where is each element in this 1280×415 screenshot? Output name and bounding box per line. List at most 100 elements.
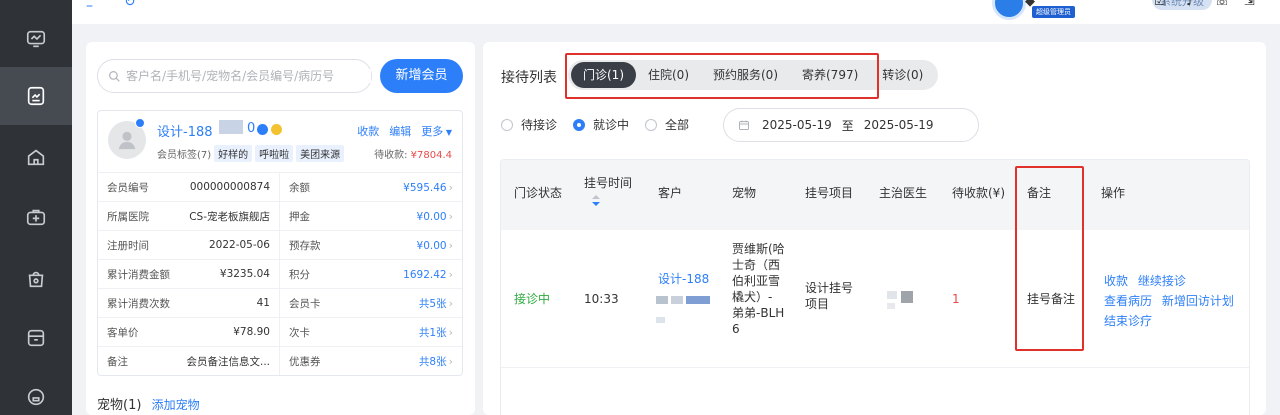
item-line: 项目 — [805, 297, 830, 311]
member-search[interactable] — [97, 59, 372, 93]
date-separator: 至 — [841, 118, 854, 133]
chevron-right-icon: › — [448, 267, 453, 281]
info-key: 所属医院 — [107, 210, 149, 223]
member-actions: 收款 编辑 更多 ▼ — [357, 123, 452, 139]
info-key: 备注 — [107, 355, 128, 368]
coin-icon — [271, 124, 282, 135]
more-label: 更多 — [421, 125, 444, 138]
due-value: ¥7804.4 — [410, 150, 452, 161]
sidebar-item-reception[interactable] — [0, 67, 72, 125]
pet-line: 伯利亚雪 — [732, 274, 781, 288]
date-range-picker[interactable]: 2025-05-19 至 2025-05-19 — [723, 108, 979, 142]
info-cell[interactable]: 次卡 共1张 › — [280, 318, 462, 346]
bell-icon[interactable]: ♪ — [1186, 0, 1194, 9]
search-input[interactable] — [126, 69, 371, 83]
info-key: 会员编号 — [107, 181, 149, 194]
collect-payment-link[interactable]: 收款 — [357, 123, 379, 139]
member-due: 待收款: ¥7804.4 — [374, 146, 452, 161]
menu-toggle-icon[interactable]: – — [86, 0, 93, 14]
info-cell[interactable]: 优惠券 共8张 › — [280, 347, 462, 375]
info-row: 备注 会员备注信息文... 优惠券 共8张 › — [98, 346, 462, 375]
table-row[interactable]: 接诊中 10:33 设计-188 贾维斯(哈 士奇（西 伯利亚雪 橇犬）- 弟弟… — [501, 230, 1249, 368]
chevron-right-icon: › — [448, 354, 453, 368]
masked-phone — [219, 120, 243, 134]
info-key: 客单价 — [107, 326, 139, 339]
view-record-link[interactable]: 查看病历 — [1104, 294, 1152, 308]
add-followup-link[interactable]: 新增回访计划 — [1162, 294, 1234, 308]
filter-label: 就诊中 — [593, 118, 630, 132]
date-to[interactable]: 2025-05-19 — [864, 118, 934, 132]
info-cell[interactable]: 押金 ¥0.00 › — [280, 202, 462, 230]
row-pet[interactable]: 贾维斯(哈 士奇（西 伯利亚雪 橇犬）- 弟弟-BLH 6 — [732, 241, 785, 337]
edit-link[interactable]: 编辑 — [389, 123, 411, 139]
info-cell[interactable]: 积分 1692.42 › — [280, 260, 462, 288]
end-visit-link[interactable]: 结束诊疗 — [1104, 314, 1152, 328]
logout-icon[interactable]: ⇲ — [1244, 0, 1255, 9]
info-value: 000000000874 — [189, 181, 270, 193]
masked-doctor — [887, 291, 897, 299]
info-key: 积分 — [289, 268, 310, 281]
info-value: 会员备注信息文... — [186, 355, 270, 368]
info-row: 累计消费次数 41 会员卡 共5张 › — [98, 288, 462, 317]
role-badge: 超级管理员 — [1032, 6, 1075, 18]
date-from[interactable]: 2025-05-19 — [762, 118, 832, 132]
monitor-icon — [26, 30, 46, 48]
info-cell[interactable]: 会员卡 共5张 › — [280, 289, 462, 317]
row-customer[interactable]: 设计-188 — [658, 271, 709, 287]
filter-waiting[interactable]: 待接诊 — [501, 116, 557, 133]
member-name-suffix: 0 — [247, 121, 256, 136]
sidebar-item-shop[interactable] — [0, 250, 72, 308]
info-value: ¥0.00 — [416, 210, 447, 223]
tab-referral[interactable]: 转诊(0) — [870, 62, 935, 88]
info-cell: 所属医院 CS-宠老板旗舰店 — [98, 202, 280, 230]
info-cell: 注册时间 2022-05-06 — [98, 231, 280, 259]
bag-icon — [28, 271, 44, 288]
row-time: 10:33 — [584, 292, 619, 306]
col-customer: 客户 — [658, 186, 683, 200]
sidebar-item-support[interactable] — [0, 368, 72, 415]
refresh-icon[interactable]: ↻ — [124, 0, 136, 10]
member-level-badge — [135, 118, 145, 128]
info-cell[interactable]: 预存款 ¥0.00 › — [280, 231, 462, 259]
col-time[interactable]: 挂号时间 — [584, 174, 632, 206]
continue-visit-link[interactable]: 继续接诊 — [1138, 274, 1186, 288]
sidebar-item-medical[interactable] — [0, 188, 72, 246]
support-icon — [27, 388, 45, 406]
more-menu[interactable]: 更多 ▼ — [421, 123, 452, 139]
row-due: 1 — [952, 292, 960, 306]
user-avatar[interactable] — [992, 0, 1026, 20]
pet-line: 弟弟-BLH — [732, 306, 785, 320]
phone-icon[interactable]: ☏ — [1214, 0, 1230, 9]
info-value: ¥595.46 — [403, 181, 447, 194]
member-tags: 会员标签(7) 好样的 呼啦啦 美团来源 — [157, 145, 345, 162]
tags-label: 会员标签(7) — [157, 150, 212, 161]
sidebar-item-archive[interactable] — [0, 309, 72, 367]
chevron-right-icon: › — [448, 209, 453, 223]
checkbox-icon[interactable]: ☑ — [1154, 0, 1166, 9]
member-name[interactable]: 设计-188 — [157, 121, 213, 140]
filter-in-progress[interactable]: 就诊中 — [573, 116, 629, 133]
collect-payment-link[interactable]: 收款 — [1104, 274, 1128, 288]
sidebar-item-home[interactable] — [0, 128, 72, 186]
masked-doctor — [887, 303, 895, 309]
info-cell[interactable]: 余额 ¥595.46 › — [280, 173, 462, 201]
shield-icon[interactable]: ◆ — [1025, 0, 1035, 9]
masked-phone — [686, 296, 710, 304]
sidebar-item-monitor[interactable] — [0, 10, 72, 68]
row-item: 设计挂号 项目 — [805, 280, 853, 312]
info-value: ¥78.90 — [233, 326, 270, 338]
col-doctor: 主治医生 — [879, 186, 928, 200]
filter-all[interactable]: 全部 — [645, 116, 689, 133]
col-item: 挂号项目 — [805, 186, 854, 200]
link-icon — [257, 124, 268, 135]
add-pet-link[interactable]: 添加宠物 — [152, 398, 200, 412]
highlight-box-tabs — [565, 53, 879, 99]
info-key: 累计消费次数 — [107, 297, 170, 310]
member-info-grid: 会员编号 000000000874 余额 ¥595.46 › 所属医院 CS-宠老板旗舰… — [98, 172, 462, 375]
info-value: 共5张 — [418, 297, 447, 310]
add-member-button[interactable]: 新增会员 — [380, 59, 463, 93]
calendar-icon — [739, 120, 749, 130]
col-time-label: 挂号时间 — [584, 176, 633, 190]
member-tag: 美团来源 — [296, 145, 345, 162]
radio-circle — [645, 118, 658, 131]
